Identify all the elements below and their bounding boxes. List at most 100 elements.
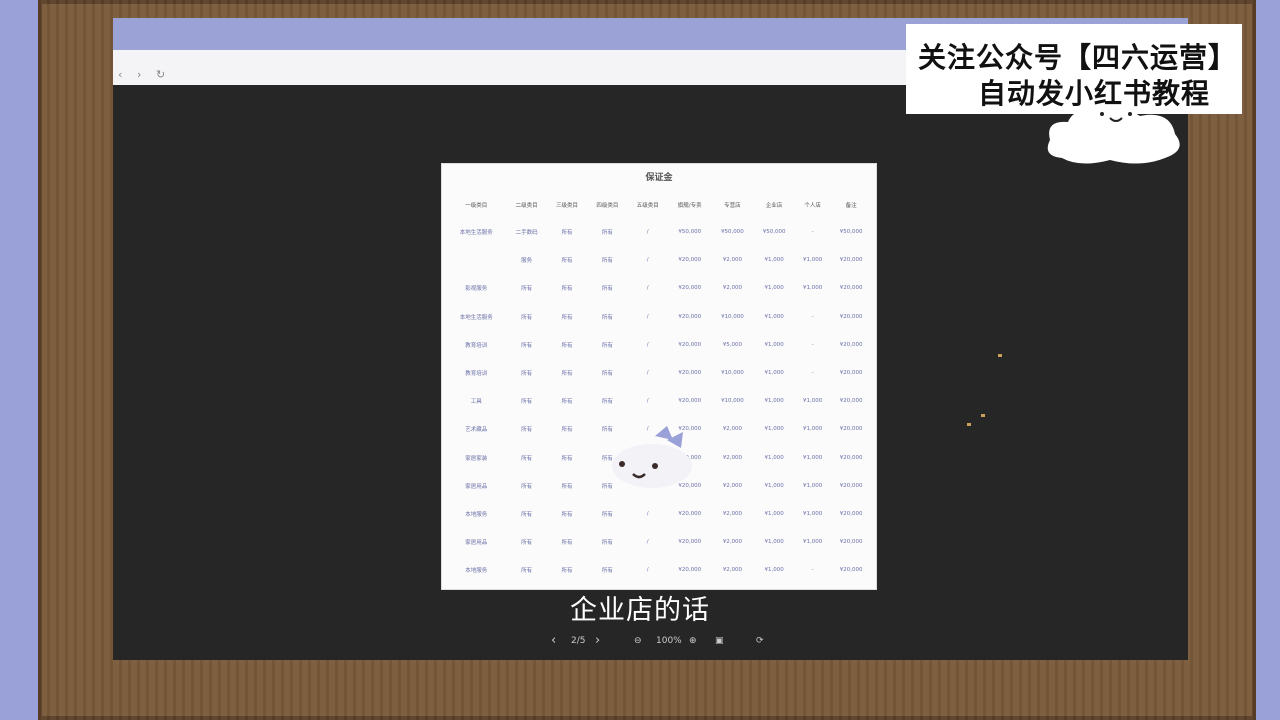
table-cell: 所有 <box>601 371 613 378</box>
table-cell: ¥20,000 <box>839 341 863 348</box>
table-cell: 所有 <box>601 230 613 237</box>
table-cell: 所有 <box>521 568 533 575</box>
table-cell: ¥20,000 <box>839 454 863 461</box>
fit-page-icon[interactable]: ▣ <box>715 636 724 646</box>
table-header-cell: 五级类目 <box>636 203 659 209</box>
table-cell: ¥20,000 <box>839 313 863 320</box>
table-cell: ¥10,000 <box>721 370 744 377</box>
table-row: 本地服务 所有 所有 所有 / ¥20,000 ¥2,000 ¥1,000 - ¥20,000 <box>446 556 872 584</box>
table-cell: ¥2,000 <box>722 426 743 433</box>
table-cell: 所有 <box>601 399 613 406</box>
table-cell: 本地生活服务 <box>459 314 493 321</box>
table-cell: 所有 <box>561 540 573 547</box>
table-header-cell: 备注 <box>845 203 857 209</box>
table-cell: 所有 <box>521 455 533 462</box>
table-cell: 教育培训 <box>465 342 488 349</box>
table-cell: / <box>646 567 649 574</box>
table-cell: ¥2,000 <box>722 482 743 489</box>
table-cell: ¥20,000 <box>839 285 863 292</box>
table-cell: - <box>811 229 814 236</box>
table-cell: ¥1,000 <box>802 285 823 292</box>
forward-icon[interactable]: › <box>137 68 141 82</box>
table-cell: ¥1,000 <box>764 426 784 433</box>
table-cell: 所有 <box>601 568 613 575</box>
sparkle <box>998 354 1002 357</box>
table-cell: 所有 <box>601 540 613 547</box>
table-cell: 家居用品 <box>465 483 488 490</box>
table-cell: 本地服务 <box>465 511 488 518</box>
table-cell: ¥20,000 <box>678 285 702 292</box>
next-page-icon[interactable]: › <box>595 633 600 648</box>
table-cell: 二手数码 <box>515 230 538 237</box>
table-cell: 所有 <box>561 314 573 321</box>
table-cell: ¥20,000 <box>678 257 702 264</box>
table-cell: ¥2,000 <box>722 539 743 546</box>
table-row: 家居用品 所有 所有 所有 / ¥20,000 ¥2,000 ¥1,000 ¥1,000 ¥20,… <box>446 528 872 556</box>
table-row: 影视服务 所有 所有 所有 / ¥20,000 ¥2,000 ¥1,000 ¥1,000 ¥20,… <box>446 274 872 302</box>
table-cell: 所有 <box>561 258 573 265</box>
table-cell: ¥1,000 <box>802 482 823 489</box>
table-cell: - <box>811 370 814 377</box>
table-cell: ¥50,000 <box>762 229 786 236</box>
table-cell: 所有 <box>561 483 573 490</box>
table-cell: 所有 <box>561 399 573 406</box>
table-cell: ¥20,000 <box>678 567 702 574</box>
prev-page-icon[interactable]: ‹ <box>551 633 556 648</box>
zoom-in-icon[interactable]: ⊕ <box>689 636 697 646</box>
page-indicator: 2/5 <box>571 636 586 646</box>
table-cell: ¥1,000 <box>764 370 784 377</box>
deposit-table: 一级类目 二级类目 三级类目 四级类目 五级类目 旗舰/专卖 专营店 企业店 个人店 备注 本地生… <box>446 192 872 584</box>
table-cell <box>446 246 507 274</box>
sparkle <box>981 414 985 417</box>
table-cell: ¥2,000 <box>722 257 743 264</box>
table-cell: ¥1,000 <box>764 257 784 264</box>
table-cell: ¥1,000 <box>802 398 823 405</box>
rotate-icon[interactable]: ⟳ <box>756 636 764 646</box>
back-icon[interactable]: ‹ <box>118 68 122 82</box>
zoom-out-icon[interactable]: ⊖ <box>634 636 642 646</box>
table-cell: ¥1,000 <box>764 454 784 461</box>
table-cell: 本地服务 <box>465 568 488 575</box>
table-header-cell: 旗舰/专卖 <box>677 203 702 209</box>
table-cell: ¥2,000 <box>722 510 743 517</box>
table-cell: 所有 <box>521 511 533 518</box>
reload-icon[interactable]: ↻ <box>156 68 165 82</box>
table-cell: ¥20,000 <box>678 313 702 320</box>
table-cell: ¥20,000 <box>839 482 863 489</box>
table-cell: ¥20,000 <box>678 398 702 405</box>
zoom-level: 100% <box>656 636 682 646</box>
screen: ‹ › ↻ 保证金 一级类目 二级类目 三级类目 四级类目 五级类目 旗舰/专卖 专营店 企业… <box>113 18 1188 660</box>
table-cell: 所有 <box>561 455 573 462</box>
table-cell: 工具 <box>470 399 482 406</box>
document-page: 保证金 一级类目 二级类目 三级类目 四级类目 五级类目 旗舰/专卖 专营店 企业店 个人店 备注… <box>441 163 877 590</box>
table-cell: ¥1,000 <box>802 510 823 517</box>
table-cell: ¥20,000 <box>839 257 863 264</box>
table-cell: / <box>646 341 649 348</box>
table-cell: 所有 <box>561 511 573 518</box>
table-cell: / <box>646 539 649 546</box>
video-subtitle: 企业店的话 <box>570 595 710 626</box>
table-cell: / <box>646 313 649 320</box>
table-header-cell: 个人店 <box>804 203 821 209</box>
table-cell: 教育培训 <box>465 371 488 378</box>
table-cell: 所有 <box>561 427 573 434</box>
table-cell: / <box>646 257 649 264</box>
table-cell: ¥1,000 <box>802 426 823 433</box>
table-cell: / <box>646 370 649 377</box>
table-cell: 家居家装 <box>465 455 488 462</box>
table-cell: ¥1,000 <box>764 510 784 517</box>
table-cell: 家居用品 <box>465 540 488 547</box>
table-cell: ¥20,000 <box>678 341 702 348</box>
table-row: 本地生活服务 二手数码 所有 所有 / ¥50,000 ¥50,000 ¥50,000 - ¥50… <box>446 218 872 246</box>
table-cell: ¥1,000 <box>764 482 784 489</box>
table-cell: 所有 <box>521 314 533 321</box>
table-header-cell: 企业店 <box>765 203 783 209</box>
table-cell: - <box>811 313 814 320</box>
table-cell: ¥20,000 <box>839 370 863 377</box>
table-cell: 所有 <box>601 342 613 349</box>
table-cell: 所有 <box>601 511 613 518</box>
table-cell: 艺术藏品 <box>465 427 488 434</box>
table-cell: ¥50,000 <box>721 229 744 236</box>
table-cell: ¥20,000 <box>839 539 863 546</box>
table-cell: 所有 <box>601 258 613 265</box>
